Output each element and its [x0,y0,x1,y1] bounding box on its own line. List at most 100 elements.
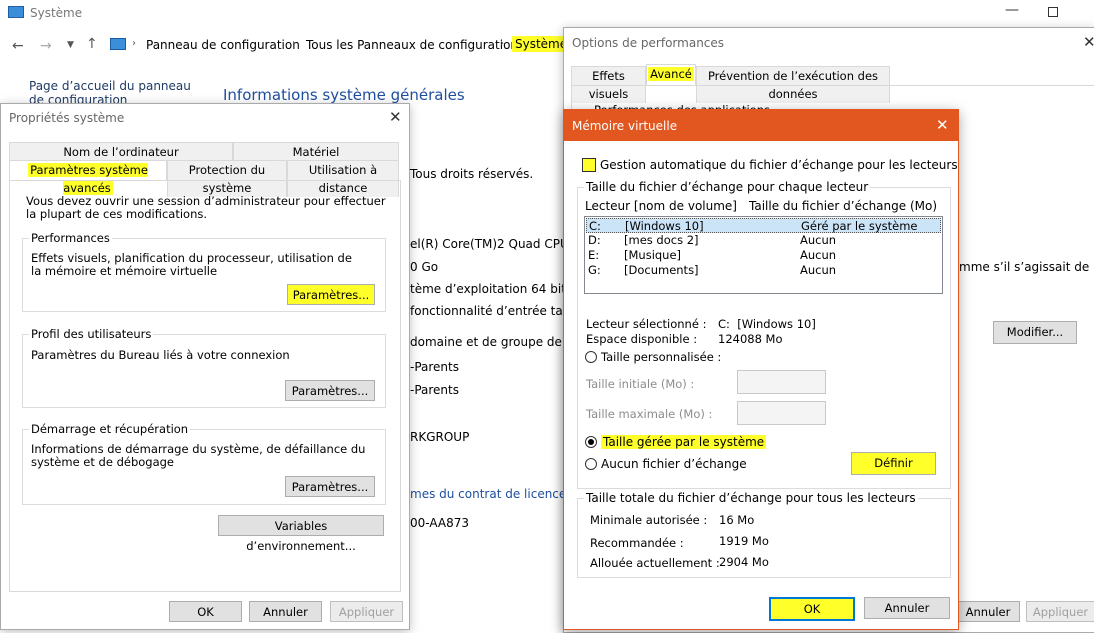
recommended-label: Recommandée : [590,536,684,550]
tab-advanced[interactable]: Paramètres système avancés [9,160,167,195]
cancel-button[interactable]: Annuler [864,597,950,619]
minimize-icon[interactable]: — [1005,2,1019,18]
dialog-title: Mémoire virtuelle [572,119,678,133]
group-desc: Effets visuels, planification du process… [31,251,352,278]
column-header-size: Taille du fichier d’échange (Mo) [749,199,938,213]
title-bar: Mémoire virtuelle ✕ [564,110,958,141]
radio-button[interactable] [585,351,597,363]
drive-letter: G: [588,263,601,277]
group-title: Taille du fichier d’échange pour chaque … [584,180,871,194]
drive-size: Géré par le système [801,219,918,233]
info-text: tème d’exploitation 64 bits, p [410,282,588,296]
maximize-icon[interactable] [1048,7,1058,17]
drive-letter: C: [589,219,601,233]
group-title: Taille totale du fichier d’échange pour … [584,491,918,505]
info-text: el(R) Core(TM)2 Quad CPU [410,237,569,251]
define-button[interactable]: Définir [851,452,936,475]
free-space-value: 124088 Mo [718,332,783,346]
tab-advanced[interactable]: Avancé [646,64,696,86]
tab-hardware[interactable]: Matériel [233,142,399,161]
drive-letter: D: [588,233,601,247]
max-size-label: Taille maximale (Mo) : [586,407,713,421]
tab-label: Avancé [648,67,694,81]
modify-button[interactable]: Modifier... [993,321,1077,344]
group-desc: Paramètres du Bureau liés à votre connex… [31,348,290,362]
drive-size: Aucun [800,263,837,277]
environment-variables-button[interactable]: Variables d’environnement... [218,515,384,553]
radio-button[interactable] [585,458,597,470]
chevron-right-icon: › [292,38,296,49]
info-text: mme s’il s’agissait de [959,260,1090,274]
auto-manage-label: Gestion automatique du fichier d’échange… [600,158,958,172]
initial-size-input [737,370,826,394]
startup-recovery-group: Démarrage et récupération Informations d… [22,422,386,505]
per-drive-group: Taille du fichier d’échange pour chaque … [577,180,951,489]
chevron-down-icon[interactable]: ▼ [67,40,74,50]
chevron-right-icon: › [132,38,136,49]
auto-manage-checkbox[interactable] [582,158,596,172]
list-item[interactable]: C: [Windows 10] Géré par le système [586,218,941,233]
drive-letter: E: [588,248,600,262]
custom-size-radio[interactable]: Taille personnalisée : [585,350,721,364]
system-properties-dialog: Propriétés système ✕ Nom de l’ordinateur… [0,103,410,630]
ok-button[interactable]: OK [769,597,855,621]
selected-drive-value: C: [Windows 10] [718,317,816,331]
cancel-button[interactable]: Annuler [956,601,1020,622]
min-allowed-label: Minimale autorisée : [590,513,708,527]
up-icon[interactable]: ↑ [86,36,98,52]
license-link[interactable]: mes du contrat de licence log [410,487,588,501]
breadcrumb-item[interactable]: Panneau de configuration [146,38,300,52]
free-space-label: Espace disponible : [586,332,698,346]
close-icon[interactable]: ✕ [936,116,949,134]
list-item[interactable]: D: [mes docs 2] Aucun [586,233,941,248]
dialog-title: Options de performances [572,36,725,50]
admin-note: Vous devez ouvrir une session d’administ… [26,194,386,221]
tab-computer-name[interactable]: Nom de l’ordinateur [9,142,233,161]
performance-settings-button[interactable]: Paramètres... [287,284,375,305]
address-bar[interactable]: › Panneau de configuration › Tous les Pa… [106,34,571,56]
initial-size-label: Taille initiale (Mo) : [586,377,695,391]
info-text: 00-AA873 [410,516,469,530]
performance-group: Performances Effets visuels, planificati… [22,231,386,312]
info-text: RKGROUP [410,430,470,444]
radio-label: Taille personnalisée : [601,350,722,364]
group-desc: Informations de démarrage du système, de… [31,442,366,469]
system-managed-radio[interactable]: Taille gérée par le système [585,435,767,449]
back-icon[interactable]: ← [12,38,24,54]
group-title: Profil des utilisateurs [29,327,154,341]
drive-name: [Windows 10] [625,219,704,233]
info-text: -Parents [410,383,459,397]
radio-button[interactable] [585,436,597,448]
apply-button: Appliquer [330,601,403,622]
drive-name: [Documents] [624,263,699,277]
apply-button: Appliquer [1026,601,1094,622]
startup-settings-button[interactable]: Paramètres... [285,476,375,497]
cancel-button[interactable]: Annuler [249,601,322,622]
ok-button[interactable]: OK [169,601,242,622]
breadcrumb-item[interactable]: Tous les Panneaux de configuration [306,38,518,52]
monitor-icon [110,38,126,50]
radio-label: Aucun fichier d’échange [601,457,747,471]
chevron-right-icon: › [500,38,504,49]
total-size-group: Taille totale du fichier d’échange pour … [577,491,951,578]
max-size-input [737,401,826,425]
forward-icon[interactable]: → [40,38,52,54]
tab-label: Matériel [292,145,340,159]
virtual-memory-dialog: Mémoire virtuelle ✕ Gestion automatique … [563,109,959,630]
recommended-value: 1919 Mo [719,534,769,548]
info-text: 0 Go [410,260,439,274]
breadcrumb-item-current[interactable]: Système [512,36,571,52]
group-title: Performances [29,231,112,245]
list-item[interactable]: G: [Documents] Aucun [586,263,941,278]
list-item[interactable]: E: [Musique] Aucun [586,248,941,263]
info-text: domaine et de groupe de tra [410,335,583,349]
column-header-drive: Lecteur [nom de volume] [585,199,737,213]
group-title: Démarrage et récupération [29,422,191,436]
close-icon[interactable]: ✕ [1083,33,1094,51]
no-paging-radio[interactable]: Aucun fichier d’échange [585,457,747,471]
profile-settings-button[interactable]: Paramètres... [285,380,375,401]
close-icon[interactable]: ✕ [389,108,402,126]
drive-list[interactable]: C: [Windows 10] Géré par le système D: [… [584,216,943,294]
user-profiles-group: Profil des utilisateurs Paramètres du Bu… [22,327,386,408]
drive-name: [Musique] [624,248,682,262]
